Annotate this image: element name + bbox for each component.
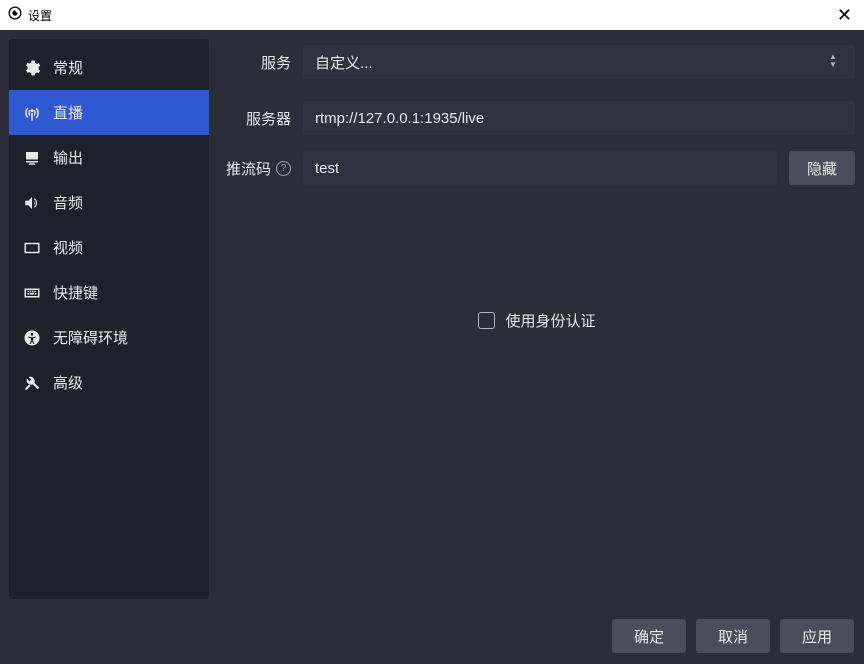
audio-icon: [23, 194, 41, 212]
cancel-button[interactable]: 取消: [696, 619, 770, 653]
content-panel: 服务 自定义... ▲▼ 服务器 推流码 ? 隐藏: [219, 39, 855, 599]
sidebar-item-label: 高级: [53, 372, 83, 393]
titlebar-left: 设置: [8, 6, 52, 25]
sidebar-item-label: 输出: [53, 147, 83, 168]
streamkey-input[interactable]: [303, 151, 777, 185]
tools-icon: [23, 374, 41, 392]
select-spinner-icon: ▲▼: [823, 54, 843, 70]
main-panel: 常规 直播 输出 音频: [0, 30, 864, 664]
sidebar-item-output[interactable]: 输出: [9, 135, 209, 180]
window-title: 设置: [28, 7, 52, 24]
output-icon: [23, 149, 41, 167]
service-row: 服务 自定义... ▲▼: [219, 45, 855, 79]
sidebar-item-label: 常规: [53, 57, 83, 78]
auth-checkbox[interactable]: [478, 312, 495, 329]
sidebar-item-label: 快捷键: [53, 282, 98, 303]
help-icon[interactable]: ?: [276, 161, 291, 176]
sidebar-item-audio[interactable]: 音频: [9, 180, 209, 225]
auth-row: 使用身份认证: [219, 310, 855, 331]
streamkey-label-text: 推流码: [226, 158, 271, 179]
keyboard-icon: [23, 284, 41, 302]
streamkey-label: 推流码 ?: [219, 158, 291, 179]
titlebar: 设置 ✕: [0, 0, 864, 30]
app-icon: [8, 6, 22, 25]
sidebar-item-label: 直播: [53, 102, 83, 123]
gear-icon: [23, 59, 41, 77]
sidebar-item-advanced[interactable]: 高级: [9, 360, 209, 405]
server-row: 服务器: [219, 101, 855, 135]
service-label: 服务: [219, 52, 291, 73]
sidebar-item-label: 视频: [53, 237, 83, 258]
server-label: 服务器: [219, 108, 291, 129]
sidebar-item-label: 音频: [53, 192, 83, 213]
service-select[interactable]: 自定义... ▲▼: [303, 45, 855, 79]
close-button[interactable]: ✕: [833, 5, 856, 26]
hide-button[interactable]: 隐藏: [789, 151, 855, 185]
sidebar-item-stream[interactable]: 直播: [9, 90, 209, 135]
footer: 确定 取消 应用: [0, 608, 864, 664]
antenna-icon: [23, 104, 41, 122]
sidebar: 常规 直播 输出 音频: [9, 39, 209, 599]
accessibility-icon: [23, 329, 41, 347]
sidebar-item-video[interactable]: 视频: [9, 225, 209, 270]
streamkey-row: 推流码 ? 隐藏: [219, 151, 855, 185]
auth-label: 使用身份认证: [505, 310, 595, 331]
server-input[interactable]: [303, 101, 855, 135]
sidebar-item-label: 无障碍环境: [53, 327, 128, 348]
sidebar-item-general[interactable]: 常规: [9, 45, 209, 90]
sidebar-item-accessibility[interactable]: 无障碍环境: [9, 315, 209, 360]
service-value: 自定义...: [315, 52, 373, 73]
body: 常规 直播 输出 音频: [0, 30, 864, 608]
ok-button[interactable]: 确定: [612, 619, 686, 653]
apply-button[interactable]: 应用: [780, 619, 854, 653]
sidebar-item-hotkeys[interactable]: 快捷键: [9, 270, 209, 315]
video-icon: [23, 239, 41, 257]
